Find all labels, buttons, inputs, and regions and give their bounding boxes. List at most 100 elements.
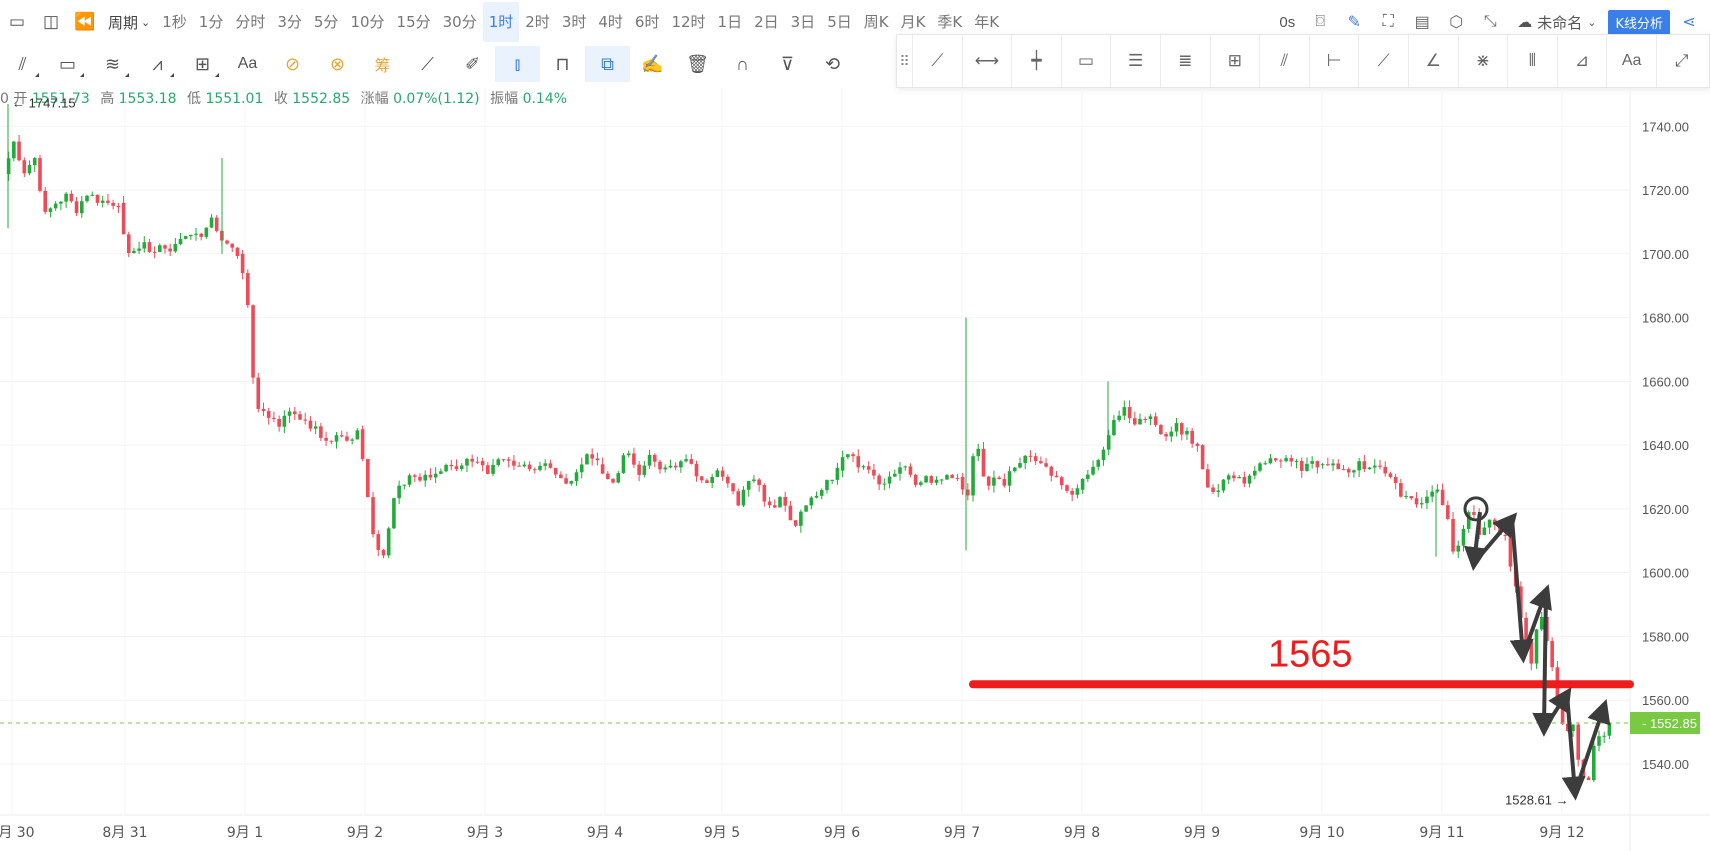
- period-14[interactable]: 1日: [712, 2, 749, 42]
- ray-icon[interactable]: ⟋: [1359, 35, 1409, 87]
- candle-body: [189, 234, 193, 237]
- x-tick-label: 9月 3: [467, 825, 503, 841]
- angle-icon[interactable]: ∠: [1409, 35, 1459, 87]
- candle-body: [152, 251, 157, 253]
- coin-icon[interactable]: ⊗: [315, 46, 360, 82]
- filter-icon[interactable]: ⊽: [765, 46, 810, 82]
- rectangle-tool-icon[interactable]: ▭: [45, 46, 90, 82]
- calculator-icon[interactable]: ▤: [1407, 12, 1437, 32]
- calendar-icon[interactable]: ▭: [0, 0, 34, 44]
- parallel-lines-icon[interactable]: ⫽: [1260, 35, 1310, 87]
- candlestick-chart[interactable]: 1740.00 1720.00 1700.00 1680.00 1660.00 1640.…: [0, 0, 1710, 851]
- x-tick-label: 8月 30: [0, 825, 35, 841]
- text-icon[interactable]: Aa: [1607, 35, 1657, 87]
- period-11[interactable]: 4时: [592, 2, 629, 42]
- candle-body: [1566, 723, 1570, 731]
- candle-body: [992, 477, 996, 486]
- rewind-icon[interactable]: ⏪: [68, 0, 102, 44]
- period-18[interactable]: 周K: [858, 2, 895, 42]
- measure-tool-icon[interactable]: ⊞: [180, 46, 225, 82]
- note-icon[interactable]: ✍: [630, 46, 675, 82]
- candle-body: [1242, 476, 1247, 484]
- trash-icon[interactable]: 🗑: [675, 46, 720, 82]
- period-15[interactable]: 2日: [748, 2, 785, 42]
- drag-handle-icon[interactable]: ⠿: [897, 35, 913, 87]
- price-range-icon[interactable]: ⊞: [1211, 35, 1261, 87]
- magnet-icon[interactable]: ∩: [720, 46, 765, 82]
- tag-icon[interactable]: ⊘: [270, 46, 315, 82]
- candle-body: [256, 377, 261, 409]
- candle-body: [882, 483, 887, 485]
- candle-body: [585, 454, 589, 465]
- pencil-icon[interactable]: ✎: [1339, 12, 1369, 32]
- candle-body: [225, 240, 229, 244]
- period-16[interactable]: 3日: [785, 2, 822, 42]
- layout-icon[interactable]: ◫: [34, 0, 68, 44]
- horizontal-line-icon[interactable]: ⊢: [1310, 35, 1360, 87]
- camera-icon[interactable]: ⌼: [1305, 13, 1335, 31]
- extend-icon[interactable]: ⤢: [1657, 35, 1707, 87]
- y-tick-label: 1700.00: [1642, 247, 1689, 262]
- period-17[interactable]: 5日: [821, 2, 858, 42]
- crosshair-tool-icon[interactable]: ⫽: [0, 46, 45, 82]
- fullscreen-icon[interactable]: ⛶: [1373, 13, 1403, 31]
- brush-icon[interactable]: ✐: [450, 46, 495, 82]
- channel-tool-icon[interactable]: ≋: [90, 46, 135, 82]
- candle-body: [1378, 465, 1382, 467]
- candle-body: [856, 456, 861, 468]
- period-5[interactable]: 10分: [344, 2, 390, 42]
- candle-body: [1399, 483, 1403, 497]
- candle-body: [877, 475, 881, 485]
- period-1[interactable]: 1分: [193, 2, 230, 42]
- candle-body: [1534, 629, 1539, 664]
- trend-line-icon[interactable]: ⟋: [913, 35, 963, 87]
- candle-body: [1404, 496, 1408, 498]
- parallel-channel-icon[interactable]: ☰: [1111, 35, 1161, 87]
- vertical-lines-icon[interactable]: ⦀: [1508, 35, 1558, 87]
- period-3[interactable]: 3分: [271, 2, 308, 42]
- shrink-icon[interactable]: ⤡: [1475, 13, 1505, 31]
- period-8[interactable]: 1时: [482, 2, 520, 42]
- period-10[interactable]: 3时: [556, 2, 593, 42]
- share-icon[interactable]: ⋖: [1674, 12, 1704, 32]
- fan-icon[interactable]: ⋇: [1459, 35, 1509, 87]
- period-9[interactable]: 2时: [519, 2, 556, 42]
- candles: [6, 103, 1612, 783]
- gann-icon[interactable]: ⊿: [1558, 35, 1608, 87]
- candle-body: [173, 244, 178, 252]
- settings-icon[interactable]: ⬡: [1441, 12, 1471, 32]
- period-13[interactable]: 12时: [665, 2, 711, 42]
- candle-body: [913, 474, 918, 485]
- layout-selector[interactable]: ☁ 未命名 ⌄: [1509, 12, 1604, 33]
- candle-body: [1075, 488, 1080, 495]
- rectangle-icon[interactable]: ▭: [1062, 35, 1112, 87]
- lock-icon[interactable]: ⊓: [540, 46, 585, 82]
- sync-icon[interactable]: ⟲: [810, 46, 855, 82]
- text-tool[interactable]: Aa: [225, 46, 270, 82]
- candle-body: [329, 440, 334, 442]
- kline-analysis-button[interactable]: K线分析: [1608, 9, 1670, 35]
- chevron-down-icon: ⌄: [141, 15, 151, 29]
- fibonacci-icon[interactable]: ≣: [1161, 35, 1211, 87]
- candle-body: [1086, 474, 1090, 479]
- candle-body: [272, 417, 276, 419]
- pattern-arrow: [1561, 693, 1586, 801]
- candle-body: [746, 481, 751, 490]
- period-0[interactable]: 1秒: [156, 2, 193, 42]
- period-7[interactable]: 30分: [437, 2, 483, 42]
- period-12[interactable]: 6时: [629, 2, 666, 42]
- ruler-icon[interactable]: ⟋: [405, 46, 450, 82]
- period-dropdown[interactable]: 周期 ⌄: [102, 12, 156, 33]
- candles-icon[interactable]: ⫾: [495, 46, 540, 82]
- copy-icon[interactable]: ⧉: [585, 46, 630, 82]
- period-6[interactable]: 15分: [391, 2, 437, 42]
- pattern-tool-icon[interactable]: ⩘: [135, 46, 180, 82]
- period-2[interactable]: 分时: [229, 2, 271, 42]
- horizontal-ray-icon[interactable]: ┿: [1012, 35, 1062, 87]
- chip-distribution-tool[interactable]: 筹: [360, 46, 405, 82]
- period-4[interactable]: 5分: [308, 2, 345, 42]
- horizontal-segment-icon[interactable]: ⟷: [963, 35, 1013, 87]
- candle-body: [506, 459, 511, 461]
- candle-body: [1461, 528, 1466, 546]
- candle-body: [491, 465, 495, 474]
